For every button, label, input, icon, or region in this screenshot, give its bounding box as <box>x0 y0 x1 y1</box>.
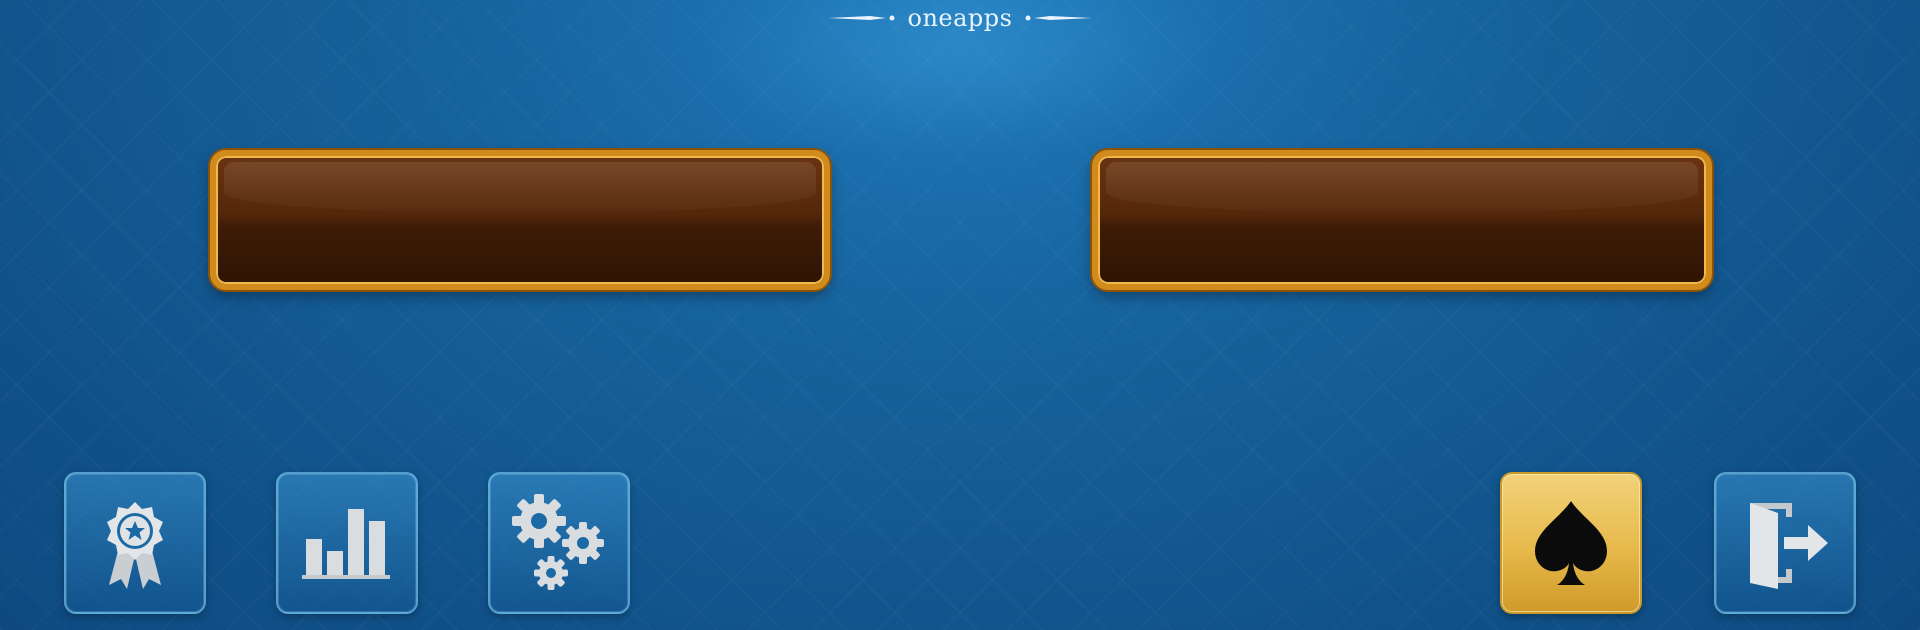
main-menu-button-right[interactable] <box>1092 150 1712 290</box>
bar-chart-icon <box>302 509 390 579</box>
exit-button[interactable] <box>1714 472 1856 614</box>
left-flourish-icon <box>827 15 895 21</box>
statistics-button[interactable] <box>276 472 418 614</box>
brand-header: oneapps <box>0 4 1920 32</box>
card-deck-button[interactable] <box>1500 472 1642 614</box>
main-menu-button-right-label <box>1098 156 1706 284</box>
award-ribbon-icon <box>107 502 163 589</box>
exit-door-icon <box>1750 503 1828 589</box>
main-menu-button-left[interactable] <box>210 150 830 290</box>
brand-name: oneapps <box>907 4 1013 32</box>
right-flourish-icon <box>1025 15 1093 21</box>
achievements-button[interactable] <box>64 472 206 614</box>
main-menu-button-left-label <box>216 156 824 284</box>
gears-icon <box>512 494 604 590</box>
settings-button[interactable] <box>488 472 630 614</box>
spade-icon <box>1535 501 1607 585</box>
